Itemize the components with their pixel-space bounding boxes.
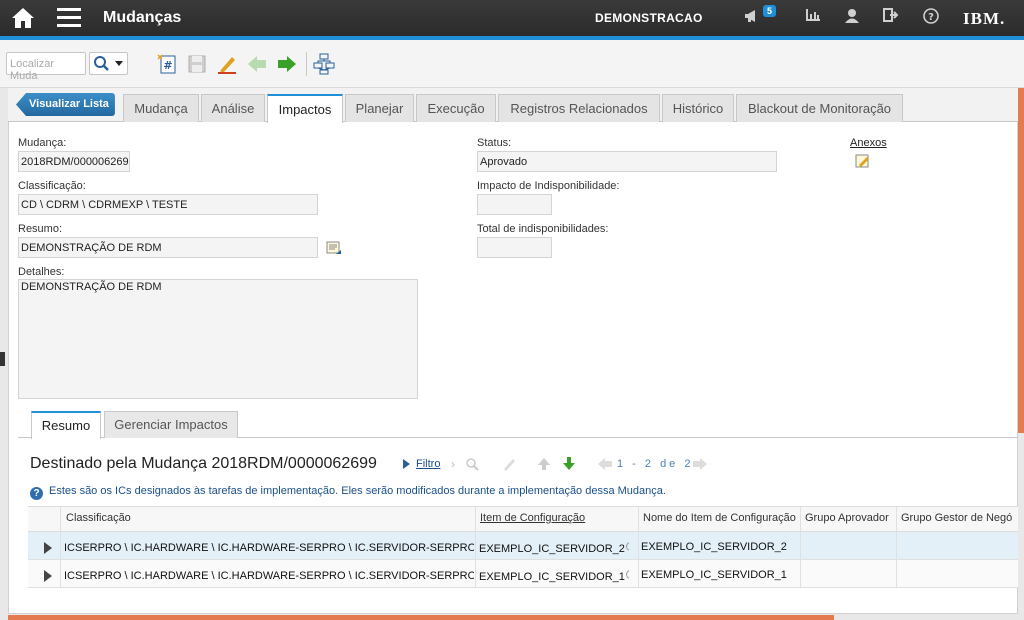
info-text: Estes são os ICs designados às tarefas d… <box>49 485 666 497</box>
row-item-text: EXEMPLO_IC_SERVIDOR_2 <box>479 543 625 555</box>
horizontal-scrollbar[interactable] <box>8 615 834 620</box>
row-item-text: EXEMPLO_IC_SERVIDOR_1 <box>479 571 625 583</box>
tab-historico[interactable]: Histórico <box>662 94 734 122</box>
user-name: DEMONSTRACAO <box>595 11 703 25</box>
row-classificacao: ICSERPRO \ IC.HARDWARE \ IC.HARDWARE-SER… <box>64 542 474 554</box>
status-field[interactable]: Aprovado <box>477 151 777 172</box>
filter-chevron-icon: › <box>451 457 455 471</box>
previous-page-icon[interactable] <box>597 457 613 471</box>
tab-analise[interactable]: Análise <box>201 94 265 122</box>
mudanca-label: Mudança: <box>18 137 67 149</box>
row-nome-item: EXEMPLO_IC_SERVIDOR_1 <box>641 569 787 581</box>
svg-text:?: ? <box>928 12 934 23</box>
column-divider <box>800 506 801 588</box>
column-header-classificacao[interactable]: Classificação <box>66 512 131 524</box>
table-search-icon[interactable] <box>464 456 480 472</box>
app-title: Mudanças <box>103 9 182 26</box>
tab-execucao[interactable]: Execução <box>416 94 496 122</box>
table-title: Destinado pela Mudança 2018RDM/000006269… <box>30 455 377 472</box>
impacto-indisponibilidade-label: Impacto de Indisponibilidade: <box>477 180 620 192</box>
workflow-icon[interactable] <box>313 53 335 75</box>
info-circle-icon[interactable]: i <box>625 570 629 579</box>
info-circle-icon[interactable]: i <box>625 542 629 551</box>
search-dropdown-button[interactable] <box>89 52 128 75</box>
top-navigation-bar: Mudanças DEMONSTRACAO 5 ? IBM. <box>0 0 1024 36</box>
search-input[interactable]: Localizar Muda <box>6 52 86 82</box>
classificacao-field[interactable]: CD \ CDRM \ CDRMEXP \ TESTE <box>18 194 318 215</box>
column-header-item-configuracao[interactable]: Item de Configuração <box>480 512 585 524</box>
vertical-scrollbar[interactable] <box>1018 88 1024 433</box>
attachment-icon[interactable] <box>854 152 872 170</box>
toolbar-separator <box>306 52 307 76</box>
column-divider <box>638 506 639 588</box>
filter-link[interactable]: Filtro <box>416 458 440 470</box>
subtab-gerenciar-impactos[interactable]: Gerenciar Impactos <box>104 411 238 438</box>
column-header-nome-item[interactable]: Nome do Item de Configuração <box>643 512 796 524</box>
hamburger-menu-icon[interactable] <box>57 8 81 28</box>
pagination-text: 1 - 2 de 2 <box>617 458 694 470</box>
profile-icon[interactable] <box>842 8 862 28</box>
row-nome-item: EXEMPLO_IC_SERVIDOR_2 <box>641 541 787 553</box>
info-message: ? Estes são os ICs designados às tarefas … <box>30 485 666 500</box>
status-label: Status: <box>477 137 512 149</box>
list-view-button[interactable]: Visualizar Lista <box>16 93 115 116</box>
new-record-icon[interactable]: # <box>156 53 178 75</box>
svg-text:#: # <box>163 59 172 72</box>
detalhes-label: Detalhes: <box>18 266 65 278</box>
next-record-icon[interactable] <box>276 53 298 75</box>
notification-badge: 5 <box>763 5 777 17</box>
subtab-resumo[interactable]: Resumo <box>31 411 101 439</box>
ibm-logo: IBM. <box>963 9 1006 28</box>
next-page-icon[interactable] <box>692 457 708 471</box>
table-clear-icon[interactable] <box>501 456 517 472</box>
total-indisponibilidades-label: Total de indisponibilidades: <box>477 223 609 235</box>
row-classificacao: ICSERPRO \ IC.HARDWARE \ IC.HARDWARE-SER… <box>64 570 474 582</box>
column-header-grupo-aprovador[interactable]: Grupo Aprovador <box>805 512 889 524</box>
classificacao-label: Classificação: <box>18 180 86 192</box>
row-expand-icon[interactable] <box>44 542 52 554</box>
save-icon[interactable] <box>186 53 208 75</box>
tab-planejar[interactable]: Planejar <box>345 94 414 122</box>
megaphone-icon[interactable] <box>742 8 762 28</box>
toolbar: Localizar Muda # <box>0 40 1024 88</box>
long-description-icon[interactable] <box>325 239 343 257</box>
home-icon[interactable] <box>11 7 35 29</box>
column-divider <box>896 506 897 588</box>
column-divider <box>475 506 476 588</box>
tab-mudanca[interactable]: Mudança <box>123 94 199 122</box>
tab-blackout-monitoracao[interactable]: Blackout de Monitoração <box>736 94 903 122</box>
previous-record-icon[interactable] <box>246 53 268 75</box>
sign-out-icon[interactable] <box>881 8 901 28</box>
row-expand-icon[interactable] <box>44 570 52 582</box>
help-icon[interactable]: ? <box>921 8 941 28</box>
mudanca-field[interactable]: 2018RDM/0000062699 <box>18 151 130 172</box>
impacto-indisponibilidade-field[interactable] <box>477 194 552 215</box>
resumo-label: Resumo: <box>18 223 63 235</box>
row-item-configuracao: EXEMPLO_IC_SERVIDOR_1i <box>479 570 629 583</box>
filter-expand-icon[interactable] <box>401 458 411 470</box>
tab-impactos[interactable]: Impactos <box>267 94 343 123</box>
column-divider <box>60 506 61 588</box>
side-panel-toggle[interactable] <box>0 352 5 366</box>
clear-changes-icon[interactable] <box>216 53 238 75</box>
total-indisponibilidades-field[interactable] <box>477 237 552 258</box>
download-arrow-icon[interactable] <box>561 455 577 471</box>
tab-registros-relacionados[interactable]: Registros Relacionados <box>498 94 660 122</box>
detalhes-textarea[interactable]: DEMONSTRAÇÃO DE RDM <box>18 279 418 399</box>
reports-icon[interactable] <box>803 8 823 28</box>
row-item-configuracao: EXEMPLO_IC_SERVIDOR_2i <box>479 542 629 555</box>
resumo-field[interactable]: DEMONSTRAÇÃO DE RDM <box>18 237 318 258</box>
anexos-link[interactable]: Anexos <box>850 137 887 149</box>
upload-arrow-icon[interactable] <box>536 456 552 472</box>
column-header-grupo-gestor[interactable]: Grupo Gestor de Negó <box>901 512 1018 524</box>
info-icon: ? <box>30 487 43 500</box>
